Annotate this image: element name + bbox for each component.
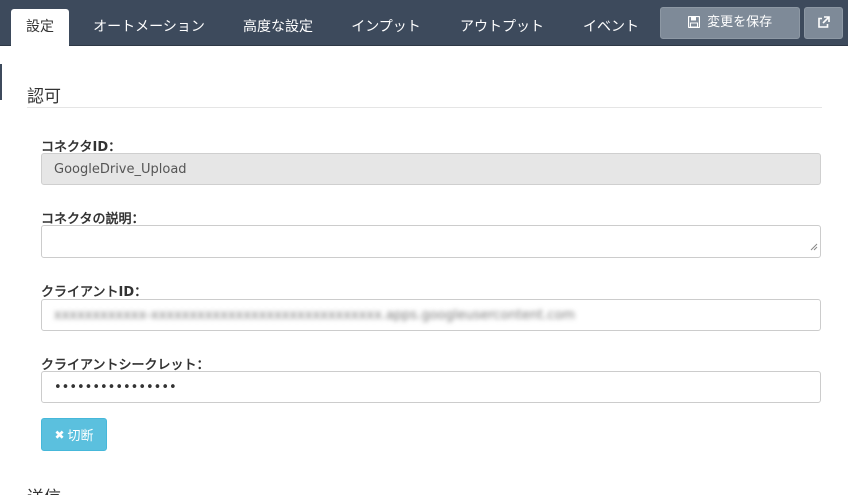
floppy-disk-icon — [687, 15, 707, 30]
disconnect-button-label: 切断 — [67, 429, 94, 444]
tab-automation[interactable]: オートメーション — [82, 9, 216, 46]
tab-output[interactable]: アウトプット — [450, 9, 554, 46]
tab-advanced-settings[interactable]: 高度な設定 — [230, 9, 326, 46]
section-title-send: 送信 — [27, 483, 61, 495]
close-icon: ✖ — [54, 427, 65, 442]
section-title-authorization: 認可 — [27, 87, 61, 107]
client-id-input[interactable]: xxxxxxxxxxxx-xxxxxxxxxxxxxxxxxxxxxxxxxxx… — [41, 299, 821, 331]
client-secret-value: •••••••••••••••• — [54, 379, 177, 395]
resize-grip-icon[interactable] — [810, 240, 818, 255]
save-button-label: 変更を保存 — [707, 15, 773, 30]
client-id-label: クライアントID： — [41, 285, 148, 300]
save-button[interactable]: 変更を保存 — [660, 7, 800, 39]
tab-settings[interactable]: 設定 — [11, 9, 69, 47]
open-external-button[interactable] — [804, 7, 843, 39]
external-link-icon — [817, 14, 830, 33]
connector-id-field: GoogleDrive_Upload — [41, 153, 821, 185]
connector-description-textarea[interactable] — [41, 225, 821, 258]
client-id-value: xxxxxxxxxxxx-xxxxxxxxxxxxxxxxxxxxxxxxxxx… — [54, 307, 576, 323]
section-divider — [27, 107, 822, 108]
tab-bar: 設定 オートメーション 高度な設定 インプット アウトプット イベント 変更を保… — [0, 0, 848, 47]
tab-events[interactable]: イベント — [572, 9, 650, 46]
disconnect-button[interactable]: ✖ 切断 — [41, 418, 107, 451]
connector-id-value: GoogleDrive_Upload — [54, 161, 187, 177]
tab-input[interactable]: インプット — [340, 9, 432, 46]
left-edge-marker — [0, 64, 2, 100]
client-secret-input[interactable]: •••••••••••••••• — [41, 371, 821, 403]
